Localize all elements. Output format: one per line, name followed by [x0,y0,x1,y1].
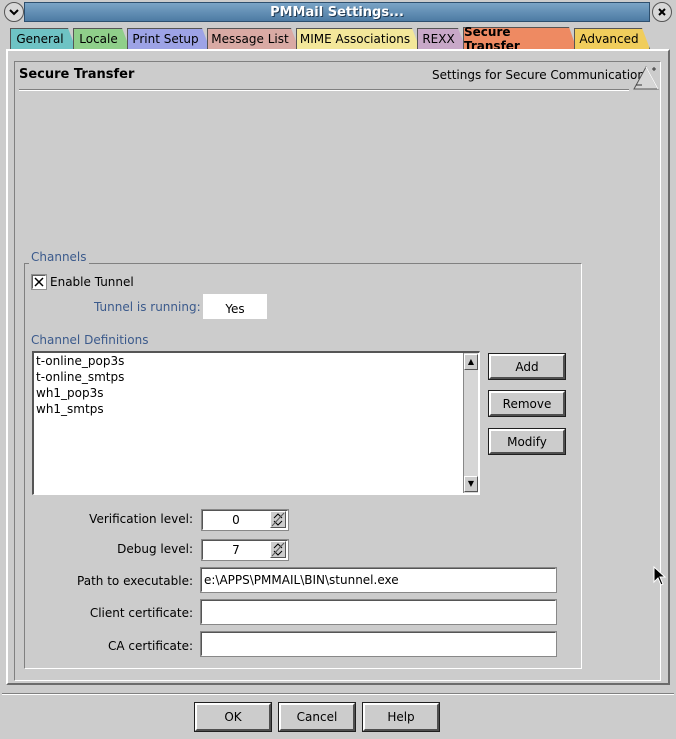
list-item[interactable]: wh1_pop3s [36,386,104,400]
channel-definitions-label: Channel Definitions [31,333,149,347]
help-button[interactable]: Help [362,702,440,732]
page-turn-icon[interactable] [632,63,660,91]
list-item[interactable]: t-online_pop3s [36,354,124,368]
chevron-down-icon[interactable] [4,2,24,22]
cancel-button[interactable]: Cancel [278,702,356,732]
page-subtitle: Settings for Secure Communication [432,68,645,82]
debug-level-label: Debug level: [117,542,193,556]
tunnel-running-value: Yes [203,294,267,319]
client-certificate-field[interactable] [200,599,557,625]
list-item[interactable]: wh1_smtps [36,402,104,416]
scroll-down-icon[interactable]: ▼ [464,476,478,492]
enable-tunnel-label[interactable]: Enable Tunnel [50,275,134,289]
ok-button[interactable]: OK [194,702,272,732]
tab-advanced[interactable]: Advanced [574,28,650,49]
tab-secure-transfer[interactable]: Secure Transfer [463,27,577,50]
modify-channel-button[interactable]: Modify [488,428,566,455]
tab-message-list[interactable]: Message List [207,28,299,49]
path-to-executable-field[interactable]: e:\APPS\PMMAIL\BIN\stunnel.exe [200,567,557,593]
divider [2,693,674,695]
verification-spin-arrows-icon[interactable] [270,511,286,528]
tunnel-running-label: Tunnel is running: [94,300,201,314]
tab-mime-associations[interactable]: MIME Associations [296,28,420,49]
tab-print-setup[interactable]: Print Setup [127,28,210,49]
list-item[interactable]: t-online_smtps [36,370,124,384]
ca-certificate-field[interactable] [200,631,557,657]
path-to-executable-label: Path to executable: [77,574,193,588]
verification-level-label: Verification level: [89,512,193,526]
scroll-up-icon[interactable]: ▲ [464,354,478,370]
remove-channel-button[interactable]: Remove [488,390,566,417]
debug-spin-arrows-icon[interactable] [270,541,286,558]
list-scrollbar[interactable] [463,353,478,493]
page-title: Secure Transfer [19,67,135,82]
tab-locale[interactable]: Locale [73,28,130,49]
enable-tunnel-checkbox[interactable] [31,274,47,290]
channels-group-label: Channels [29,250,89,264]
divider [19,89,629,91]
client-certificate-label: Client certificate: [89,606,193,620]
add-channel-button[interactable]: Add [488,353,566,380]
tab-general[interactable]: General [10,28,76,49]
mouse-pointer-icon [653,565,667,586]
tab-rexx[interactable]: REXX [417,28,466,49]
check-x-icon [34,277,44,287]
close-icon[interactable] [652,2,672,22]
ca-certificate-label: CA certificate: [108,639,193,653]
window-title: PMMail Settings... [24,2,650,22]
